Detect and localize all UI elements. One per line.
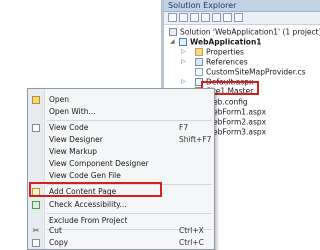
expand-arrow-icon[interactable]: ▷ [181, 58, 186, 65]
menu-item-copy[interactable]: Copy Ctrl+C [28, 237, 214, 249]
open-icon [32, 96, 40, 104]
show-all-files-icon[interactable] [179, 13, 188, 22]
menu-item-view-component-designer[interactable]: View Component Designer [28, 158, 214, 170]
view-code-icon [32, 124, 40, 132]
cut-icon: ✂ [32, 226, 40, 235]
menu-item-view-code-gen-file[interactable]: View Code Gen File [28, 170, 214, 182]
refresh-icon[interactable] [190, 13, 199, 22]
cs-file-icon [195, 68, 203, 76]
menu-item-open-with[interactable]: Open With... [28, 106, 214, 118]
menu-separator [47, 213, 212, 214]
web-project-icon [179, 38, 187, 46]
expand-arrow-icon[interactable]: ▷ [181, 48, 186, 55]
menu-separator [47, 120, 212, 121]
context-menu: Open Open With... View Code F7 View Desi… [27, 88, 215, 250]
menu-item-view-markup[interactable]: View Markup [28, 146, 214, 158]
view-designer-toolbar-icon[interactable] [212, 13, 221, 22]
asp-net-config-icon[interactable] [234, 13, 243, 22]
accessibility-icon [32, 201, 40, 209]
references-icon [195, 58, 203, 66]
menu-item-view-designer[interactable]: View Designer Shift+F7 [28, 134, 214, 146]
expand-arrow-icon[interactable]: ▷ [181, 78, 186, 85]
properties-folder-icon [195, 48, 203, 56]
copy-website-icon[interactable] [223, 13, 232, 22]
menu-item-check-accessibility[interactable]: Check Accessibility... [28, 199, 214, 211]
add-content-page-highlight-box [29, 182, 162, 197]
menu-item-cut[interactable]: ✂ Cut Ctrl+X [28, 225, 214, 237]
solution-icon [169, 28, 177, 36]
menu-item-view-code[interactable]: View Code F7 [28, 122, 214, 134]
copy-icon [32, 239, 40, 247]
properties-button-icon[interactable] [168, 13, 177, 22]
solution-explorer-title: Solution Explorer [164, 0, 320, 12]
view-code-toolbar-icon[interactable] [201, 13, 210, 22]
solution-explorer-toolbar [164, 12, 320, 25]
menu-item-open[interactable]: Open [28, 94, 214, 106]
collapse-arrow-icon[interactable]: ◢ [170, 38, 175, 45]
